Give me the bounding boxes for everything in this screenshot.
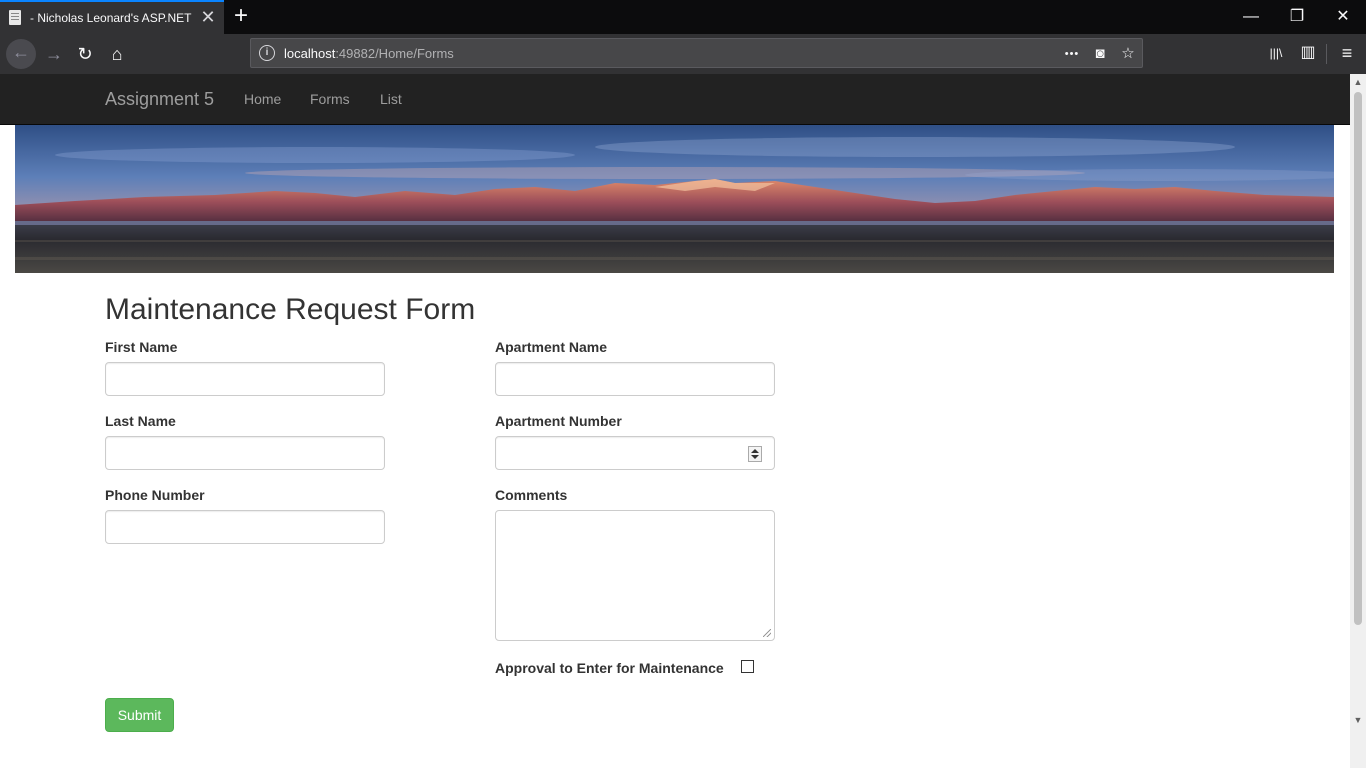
apartment-name-label: Apartment Name [495,339,608,355]
url-host: localhost [284,46,336,61]
phone-number-input[interactable] [105,510,385,544]
apartment-number-label: Apartment Number [495,413,622,429]
site-navbar: Assignment 5 Home Forms List [0,74,1350,125]
forward-arrow-icon[interactable]: → [40,41,68,67]
menu-icon[interactable]: ≡ [1336,42,1358,64]
site-brand[interactable]: Assignment 5 [105,89,214,110]
first-name-label: First Name [105,339,178,355]
site-info-icon[interactable]: i [259,45,275,61]
spinner-up-icon[interactable] [751,449,759,453]
apartment-name-input[interactable] [495,362,775,396]
last-name-label: Last Name [105,413,176,429]
scrollbar-thumb[interactable] [1354,92,1362,625]
first-name-input[interactable] [105,362,385,396]
comments-textarea[interactable] [495,510,775,641]
page-actions-icon[interactable]: ••• [1061,43,1083,65]
phone-number-label: Phone Number [105,487,205,503]
toolbar-divider [1326,44,1327,64]
last-name-input[interactable] [105,436,385,470]
tab-title: - Nicholas Leonard's ASP.NET A [30,11,192,25]
nav-link-list[interactable]: List [380,91,402,107]
number-spinner[interactable] [748,446,762,462]
page-favicon-icon [9,10,21,25]
page-title: Maintenance Request Form [105,293,476,326]
apartment-number-input[interactable] [495,436,775,470]
reload-icon[interactable]: ↻ [71,41,99,67]
url-bar[interactable]: i localhost:49882/Home/Forms ••• ◙ ☆ [250,38,1143,68]
minimize-icon[interactable]: — [1228,0,1274,34]
browser-toolbar: ← → ↻ ⌂ i localhost:49882/Home/Forms •••… [0,34,1366,74]
approval-checkbox[interactable] [741,660,754,673]
new-tab-icon[interactable]: + [230,4,252,28]
pocket-icon[interactable]: ◙ [1089,43,1111,65]
approval-label: Approval to Enter for Maintenance [495,660,724,676]
comments-label: Comments [495,487,568,503]
scroll-down-icon[interactable]: ▼ [1350,712,1366,728]
page-scrollbar[interactable]: ▲ ▼ [1350,74,1366,768]
browser-tab-bar: - Nicholas Leonard's ASP.NET A ✕ + — ❐ ✕ [0,0,1366,34]
bookmark-star-icon[interactable]: ☆ [1117,43,1139,65]
resize-grip-icon[interactable] [763,629,771,637]
page-viewport: Assignment 5 Home Forms List Maintenance… [0,74,1366,768]
library-icon[interactable]: |||\ [1265,42,1287,64]
back-arrow-icon[interactable]: ← [6,39,36,69]
scroll-up-icon[interactable]: ▲ [1350,74,1366,90]
sidebar-icon[interactable]: ▥ [1297,42,1319,64]
url-path: :49882/Home/Forms [335,46,454,61]
nav-link-home[interactable]: Home [244,91,281,107]
browser-tab[interactable]: - Nicholas Leonard's ASP.NET A ✕ [0,0,224,34]
url-text[interactable]: localhost:49882/Home/Forms [284,46,454,61]
restore-icon[interactable]: ❐ [1274,0,1320,34]
submit-button[interactable]: Submit [105,698,174,732]
nav-link-forms[interactable]: Forms [310,91,350,107]
window-close-icon[interactable]: ✕ [1320,0,1366,34]
spinner-down-icon[interactable] [751,455,759,459]
mountain-banner-image [15,125,1334,273]
home-icon[interactable]: ⌂ [103,41,131,67]
tab-close-icon[interactable]: ✕ [200,8,216,26]
